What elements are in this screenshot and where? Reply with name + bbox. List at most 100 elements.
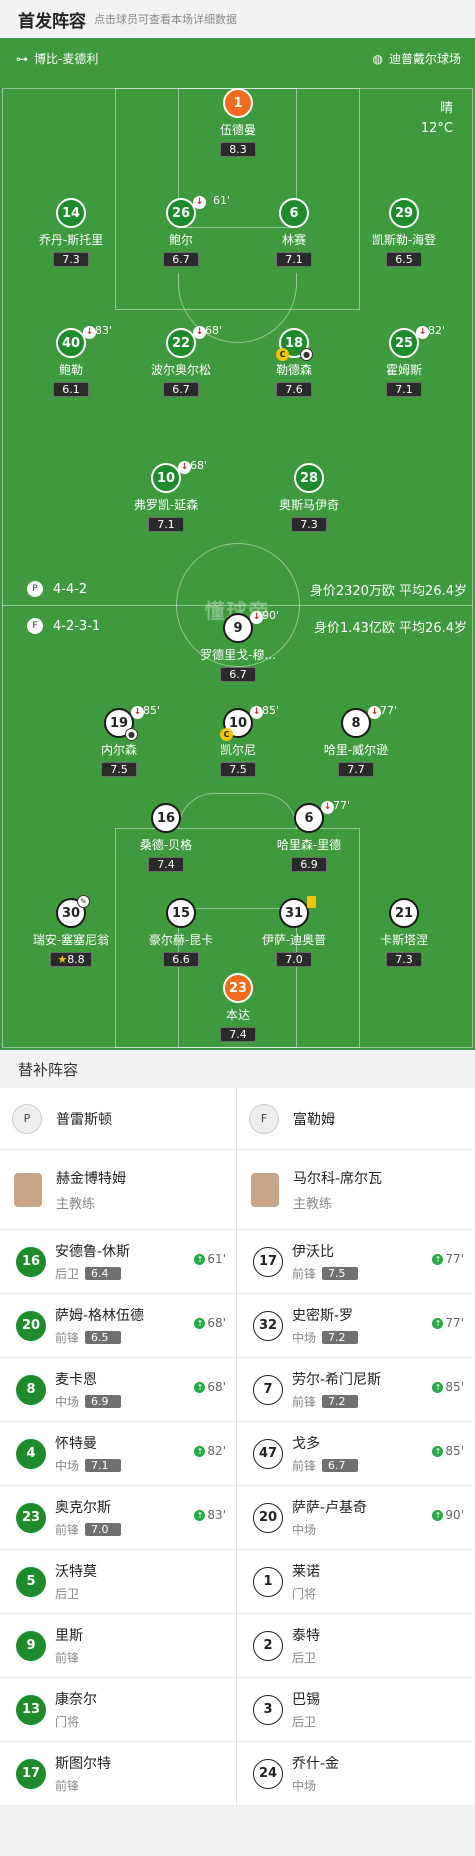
- jersey-number: 32: [253, 1310, 283, 1341]
- home-player[interactable]: 28 奥斯马伊奇 7.3: [239, 463, 379, 532]
- player-position-line: 后卫: [292, 1713, 320, 1730]
- jersey-number: 23: [223, 973, 253, 1003]
- home-player[interactable]: 25 ↓ 82' 霍姆斯 7.1: [334, 324, 474, 397]
- weather-info: 晴 12°C: [421, 99, 453, 139]
- player-position-line: 前锋 6.5: [55, 1329, 144, 1346]
- stadium-name: 迪普戴尔球场: [388, 52, 461, 66]
- sub-minute: 85': [143, 704, 161, 717]
- away-player[interactable]: 16 桑德-贝格 7.4: [96, 803, 236, 872]
- sub-in-minute: 90': [445, 1508, 464, 1522]
- pitch: 懂球帝 ⊶ 博比-麦德利 ◍ 迪普戴尔球场 晴 12°C P 4-4-2 身价2…: [0, 38, 475, 1050]
- fulham-badge-icon: F: [249, 1103, 279, 1134]
- sub-in-time: ↑ 68': [194, 1316, 226, 1330]
- home-player[interactable]: 29 凯斯勒-海登 6.5: [334, 198, 474, 267]
- player-position-line: 后卫: [55, 1585, 97, 1602]
- jersey-number: 8 ↓: [341, 706, 381, 738]
- jersey-number: 15: [166, 898, 196, 928]
- jersey-number: 21: [389, 898, 419, 928]
- jersey-number: 20: [253, 1502, 283, 1533]
- jersey-number: 9 ↓: [223, 611, 263, 643]
- home-coach[interactable]: 赫金博特姆 主教练: [0, 1150, 236, 1230]
- sub-player-row[interactable]: 7 劳尔-希门尼斯 前锋 7.2 ↑ 85': [237, 1358, 474, 1422]
- jersey-number: 23: [16, 1502, 46, 1533]
- sub-in-icon: ↑: [432, 1253, 444, 1265]
- sub-minute: 68': [205, 324, 223, 337]
- player-name: 奥克尔斯: [55, 1500, 111, 1516]
- player-rating: 7.1: [386, 382, 422, 397]
- home-player[interactable]: 1 伍德曼 8.3: [168, 88, 308, 157]
- player-position-line: 前锋 7.2: [292, 1393, 381, 1410]
- sub-player-row[interactable]: 23 奥克尔斯前锋 7.0 ↑ 83': [0, 1486, 236, 1550]
- sub-player-row[interactable]: 13 康奈尔门将: [0, 1678, 236, 1742]
- player-position: 后卫: [292, 1651, 317, 1665]
- player-name: 卡斯塔涅: [379, 933, 428, 947]
- stadium-icon: ◍: [372, 51, 383, 66]
- sub-player-row[interactable]: 2 泰特 后卫: [237, 1614, 474, 1678]
- home-team-row: P 4-4-2 身价2320万欧 平均26.4岁: [0, 578, 475, 600]
- player-name: 霍姆斯: [385, 363, 422, 377]
- player-name: 康奈尔: [55, 1692, 97, 1708]
- away-team-value: 身价1.43亿欧 平均26.4岁: [313, 620, 467, 636]
- player-position-line: 前锋: [55, 1777, 111, 1794]
- sub-minute: 77': [380, 704, 398, 717]
- jersey-number: 5: [16, 1566, 46, 1597]
- sub-in-time: ↑ 61': [194, 1252, 226, 1266]
- sub-player-row[interactable]: 20 萨萨-卢基奇 中场 ↑ 90': [237, 1486, 474, 1550]
- jersey-number: 29: [389, 198, 419, 228]
- away-player[interactable]: 21 卡斯塔涅 7.3: [334, 898, 474, 967]
- sub-player-row[interactable]: 5 沃特莫后卫: [0, 1550, 236, 1614]
- coach-role: 主教练: [293, 1196, 333, 1212]
- sub-in-minute: 82': [207, 1444, 226, 1458]
- jersey-number: 17: [16, 1758, 46, 1789]
- captain-icon: C: [276, 348, 289, 361]
- sub-minute: 82': [428, 324, 446, 337]
- sub-player-row[interactable]: 32 史密斯-罗 中场 7.2 ↑ 77': [237, 1294, 474, 1358]
- sub-player-row[interactable]: 47 戈多 前锋 6.7 ↑ 85': [237, 1422, 474, 1486]
- sub-player-row[interactable]: 17 斯图尔特 前锋: [0, 1742, 236, 1806]
- jersey-number: 8: [16, 1374, 46, 1405]
- sub-player-row[interactable]: 9 里斯 前锋: [0, 1614, 236, 1678]
- player-position-line: 后卫 6.4: [55, 1265, 130, 1282]
- player-rating: 6.5: [85, 1331, 122, 1344]
- player-position-line: 前锋 7.0: [55, 1521, 122, 1538]
- sub-player-row[interactable]: 17 伊沃比 前锋 7.5 ↑ 77': [237, 1230, 474, 1294]
- star-icon: ★: [57, 953, 68, 966]
- sub-player-row[interactable]: 16 安德鲁-休斯 后卫 6.4 ↑ 61': [0, 1230, 236, 1294]
- player-position: 中场: [292, 1331, 317, 1345]
- home-formation: 4-4-2: [53, 581, 88, 597]
- away-player[interactable]: 8 ↓ 77' 哈里-威尔逊 7.7: [286, 704, 426, 777]
- player-position: 门将: [55, 1715, 80, 1729]
- jersey-number: 13: [16, 1694, 46, 1725]
- player-rating: 6.7: [322, 1459, 359, 1472]
- sub-out-icon: ↓: [193, 196, 206, 209]
- sub-player-row[interactable]: 8 麦卡恩 中场 6.9 ↑ 68': [0, 1358, 236, 1422]
- jersey-number: 26 ↓: [166, 196, 206, 228]
- section-title: 首发阵容: [18, 11, 86, 32]
- jersey-number: 6 ↓: [294, 801, 334, 833]
- player-name: 戈多: [292, 1436, 320, 1452]
- away-player[interactable]: 6 ↓ 77' 哈里森-里德 6.9: [239, 799, 379, 872]
- sub-player-row[interactable]: 3 巴锡 后卫: [237, 1678, 474, 1742]
- subs-title: 替补阵容: [0, 1050, 475, 1088]
- sub-player-row[interactable]: 20 萨姆-格林伍德 前锋 6.5 ↑ 68': [0, 1294, 236, 1358]
- sub-player-row[interactable]: 1 莱诺 门将: [237, 1550, 474, 1614]
- sub-player-row[interactable]: 4 怀特曼 中场 7.1 ↑ 82': [0, 1422, 236, 1486]
- player-name: 沃特莫: [55, 1564, 97, 1580]
- player-rating: 7.5: [220, 762, 256, 777]
- player-name: 凯斯勒-海登: [371, 233, 437, 247]
- away-player[interactable]: 9 ↓ 90' 罗德里戈-穆... 6.7: [168, 609, 308, 682]
- player-rating: ★8.8: [50, 952, 92, 967]
- away-coach[interactable]: 马尔科-席尔瓦 主教练: [237, 1150, 474, 1230]
- player-name: 史密斯-罗: [292, 1308, 354, 1324]
- player-name: 罗德里戈-穆...: [200, 648, 276, 662]
- away-player[interactable]: 23 本达 7.4: [168, 973, 308, 1042]
- player-position-line: 中场 7.2: [292, 1329, 359, 1346]
- sub-player-row[interactable]: 24 乔什-金 中场: [237, 1742, 474, 1806]
- sub-in-time: ↑ 82': [194, 1444, 226, 1458]
- player-rating: 7.3: [53, 252, 89, 267]
- sub-in-time: ↑ 83': [194, 1508, 226, 1522]
- home-player[interactable]: 10 ↓ 68' 弗罗凯-延森 7.1: [96, 459, 236, 532]
- assist-icon: ✎: [77, 895, 90, 908]
- player-rating: 6.9: [85, 1395, 122, 1408]
- weather-condition: 晴: [439, 101, 453, 116]
